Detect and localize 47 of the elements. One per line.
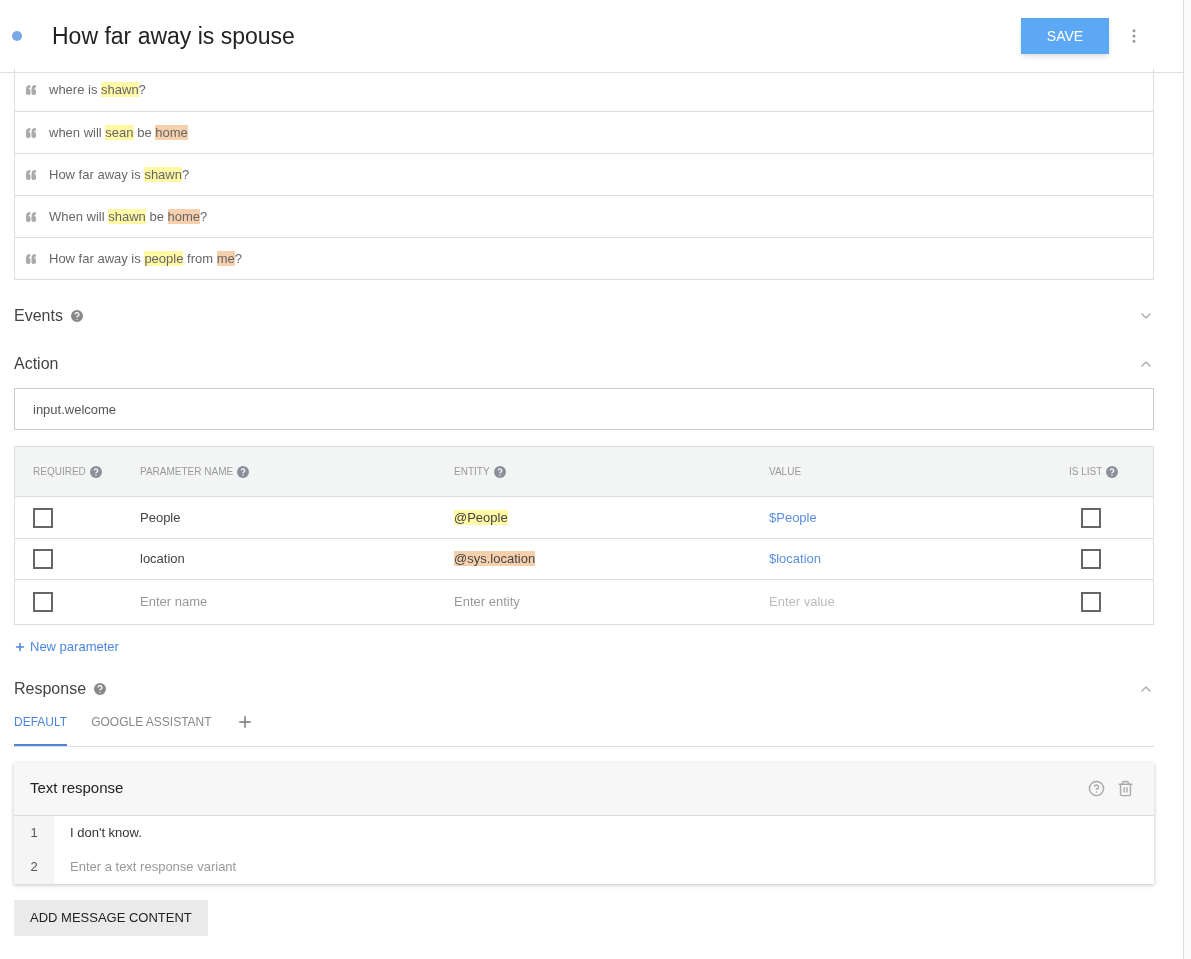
response-tab[interactable]: GOOGLE ASSISTANT bbox=[91, 712, 212, 746]
response-tab[interactable]: DEFAULT bbox=[14, 712, 68, 746]
checkbox[interactable] bbox=[33, 507, 53, 528]
quote-icon bbox=[25, 126, 37, 139]
help-icon[interactable] bbox=[1106, 465, 1119, 478]
section-title: Action bbox=[14, 354, 59, 374]
scrollbar-track[interactable] bbox=[1183, 0, 1191, 959]
checkbox[interactable] bbox=[1081, 507, 1101, 528]
help-icon[interactable] bbox=[493, 465, 506, 478]
checkbox[interactable] bbox=[33, 549, 53, 569]
column-header: VALUE bbox=[769, 465, 802, 479]
line-number: 1 bbox=[14, 815, 54, 850]
column-header: ENTITY bbox=[454, 465, 490, 479]
help-icon[interactable] bbox=[1088, 780, 1105, 797]
action-field[interactable]: input.welcome bbox=[14, 388, 1154, 430]
parameter-value[interactable]: $location bbox=[769, 549, 1069, 569]
help-icon[interactable] bbox=[89, 465, 102, 478]
training-phrase[interactable]: How far away is people from me? bbox=[49, 248, 242, 269]
quote-icon bbox=[25, 168, 37, 181]
checkbox[interactable] bbox=[1081, 592, 1101, 612]
delete-icon[interactable] bbox=[1117, 780, 1134, 797]
entity-name[interactable]: @People bbox=[454, 509, 508, 525]
add-message-content-button[interactable]: ADD MESSAGE CONTENT bbox=[14, 899, 208, 936]
checkbox[interactable] bbox=[1081, 549, 1101, 569]
quote-icon bbox=[25, 252, 37, 265]
parameter-name[interactable]: People bbox=[140, 507, 454, 528]
help-icon[interactable] bbox=[237, 465, 250, 478]
section-title: Events bbox=[14, 306, 63, 326]
entity-name[interactable]: @sys.location bbox=[454, 551, 536, 567]
response-text[interactable]: I don't know. bbox=[54, 815, 142, 850]
card-title: Text response bbox=[30, 778, 125, 799]
intent-title: How far away is spouse bbox=[52, 21, 296, 51]
training-phrase[interactable]: How far away is shawn? bbox=[49, 164, 190, 185]
new-parameter-link[interactable]: New parameter bbox=[14, 637, 119, 657]
parameter-value[interactable]: $People bbox=[769, 507, 1069, 528]
line-number: 2 bbox=[14, 849, 54, 884]
quote-icon bbox=[25, 84, 37, 96]
parameter-name[interactable]: location bbox=[140, 549, 454, 569]
section-title: Response bbox=[14, 678, 87, 699]
quote-icon bbox=[25, 210, 37, 223]
column-header: PARAMETER NAME bbox=[140, 465, 234, 479]
training-phrase[interactable]: when will sean be home bbox=[49, 122, 188, 143]
column-header: REQUIRED bbox=[33, 465, 86, 479]
training-phrase[interactable]: where is shawn? bbox=[49, 80, 146, 100]
plus-icon bbox=[14, 640, 26, 653]
checkbox[interactable] bbox=[33, 592, 53, 612]
column-header: IS LIST bbox=[1069, 465, 1103, 479]
